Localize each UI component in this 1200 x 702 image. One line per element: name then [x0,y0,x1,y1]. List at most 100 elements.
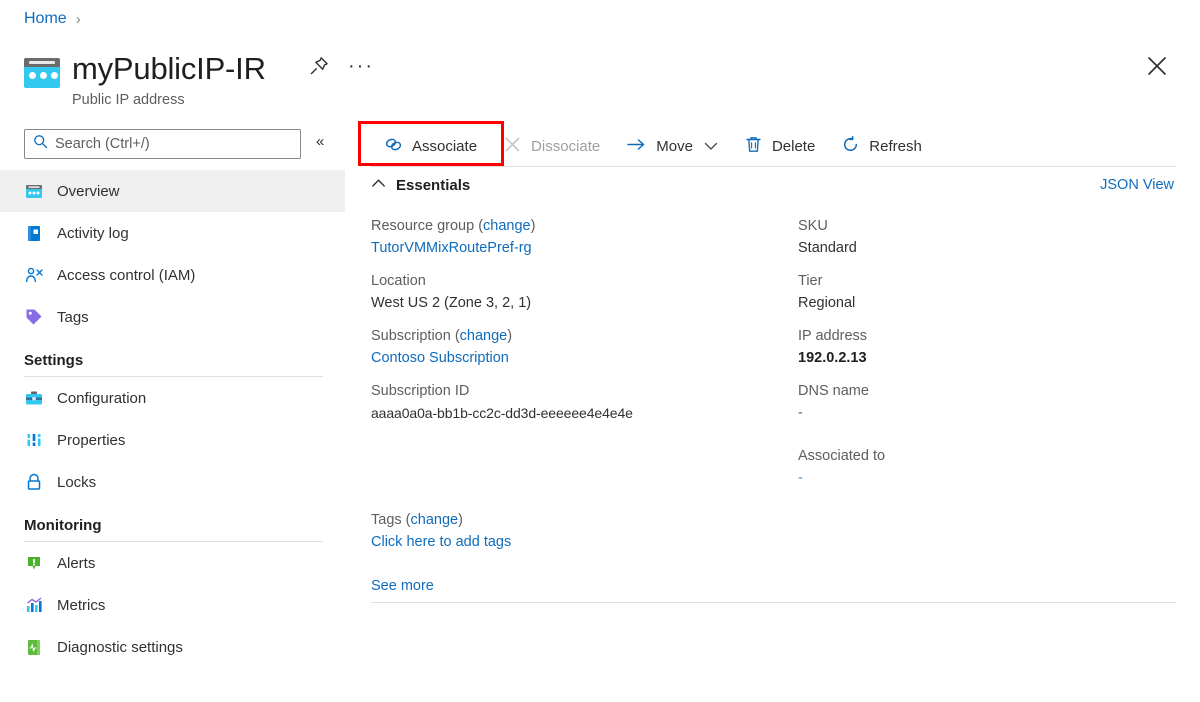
tags-change-link[interactable]: change [411,512,459,528]
see-more-link[interactable]: See more [371,578,434,594]
subscription-change-link[interactable]: change [460,328,508,344]
sidebar-item-diagnostic-settings[interactable]: Diagnostic settings [0,626,345,668]
essentials-field-dns-name: DNS name - [798,381,1178,424]
arrow-right-icon [626,135,647,158]
sidebar-item-activity-log[interactable]: Activity log [0,212,345,254]
collapse-sidebar-button[interactable]: « [316,133,324,150]
field-label-text: SKU [798,218,828,234]
essentials-field-tags: Tags (change) Click here to add tags [371,510,511,553]
refresh-button-label: Refresh [869,137,922,155]
metrics-icon [24,595,44,615]
page-title: myPublicIP-IR [72,51,266,86]
blade-title-block: myPublicIP-IR Public IP address [24,50,266,108]
refresh-button[interactable]: Refresh [828,128,935,164]
associate-button[interactable]: Associate [371,128,490,164]
essentials-field-location: Location West US 2 (Zone 3, 2, 1) [371,271,771,314]
field-label: Subscription (change) [371,328,513,344]
sidebar-group-title: Settings [24,352,84,369]
sidebar-item-properties[interactable]: Properties [0,419,345,461]
tier-value: Regional [798,295,856,311]
more-options-button[interactable]: ··· [348,56,374,76]
refresh-icon [841,135,860,158]
dissociate-button-label: Dissociate [531,137,601,155]
resource-group-value-link[interactable]: TutorVMMixRoutePref-rg [371,237,771,259]
location-value: West US 2 (Zone 3, 2, 1) [371,295,532,311]
sidebar-item-overview[interactable]: Overview [0,170,345,212]
essentials-field-subscription: Subscription (change) Contoso Subscripti… [371,326,771,369]
pin-icon[interactable] [308,55,330,77]
azure-portal-blade: Home › myPublicIP-IR Public IP address ·… [0,0,1200,702]
divider [371,602,1176,603]
essentials-field-tier: Tier Regional [798,271,1178,314]
sidebar-item-tags[interactable]: Tags [0,296,345,338]
field-label-text: DNS name [798,383,869,399]
sidebar-item-label: Diagnostic settings [57,638,183,656]
lock-icon [24,472,44,492]
subscription-value-link[interactable]: Contoso Subscription [371,347,771,369]
field-label-text: Subscription ID [371,383,470,399]
field-label-text: Tags [371,512,402,528]
sidebar-item-label: Overview [57,182,120,200]
dissociate-button: Dissociate [490,128,613,164]
json-view-link[interactable]: JSON View [1100,177,1174,193]
x-icon [503,135,522,158]
field-label-text: Resource group [371,218,475,234]
add-tags-link[interactable]: Click here to add tags [371,531,511,553]
sidebar-item-metrics[interactable]: Metrics [0,584,345,626]
sidebar-item-label: Access control (IAM) [57,266,196,284]
activity-log-icon [24,223,44,243]
overview-icon [24,181,44,201]
ip-address-value: 192.0.2.13 [798,350,867,366]
essentials-toggle[interactable]: Essentials [371,176,470,194]
field-label-text: Tier [798,273,823,289]
sidebar-item-label: Alerts [57,554,96,572]
essentials-field-sku: SKU Standard [798,216,1178,259]
sidebar-item-label: Metrics [57,596,106,614]
sidebar-item-access-control[interactable]: Access control (IAM) [0,254,345,296]
subscription-id-value: aaaa0a0a-bb1b-cc2c-dd3d-eeeeee4e4e4e [371,405,633,421]
breadcrumb-chevron-icon: › [75,10,81,28]
sidebar-item-label: Activity log [57,224,129,242]
delete-button[interactable]: Delete [731,128,828,164]
link-icon [384,135,403,158]
sidebar-group-settings: Settings [0,352,345,377]
search-box[interactable] [24,129,301,159]
sidebar-item-label: Configuration [57,389,147,407]
field-label-text: IP address [798,328,868,344]
sku-value: Standard [798,240,857,256]
field-label-text: Location [371,273,426,289]
delete-button-label: Delete [771,137,816,155]
resource-type-label: Public IP address [72,92,185,108]
essentials-left-column: Resource group (change) TutorVMMixRouteP… [371,216,771,436]
divider [371,166,1176,167]
essentials-field-ip-address: IP address 192.0.2.13 [798,326,1178,369]
field-label: Tags (change) [371,512,463,528]
associate-button-label: Associate [412,137,478,155]
chevron-up-icon [371,176,386,194]
essentials-field-subscription-id: Subscription ID aaaa0a0a-bb1b-cc2c-dd3d-… [371,381,771,424]
move-button-label: Move [656,137,693,155]
public-ip-address-icon [24,58,60,88]
sidebar-item-alerts[interactable]: Alerts [0,542,345,584]
sidebar-group-monitoring: Monitoring [0,517,345,542]
breadcrumb: Home › [24,10,81,28]
essentials-right-column: SKU Standard Tier Regional IP address 19… [798,216,1178,501]
sidebar-item-label: Properties [57,431,126,449]
search-icon [33,134,48,154]
sidebar-item-locks[interactable]: Locks [0,461,345,503]
dns-name-value: - [798,405,803,421]
sidebar-item-configuration[interactable]: Configuration [0,377,345,419]
search-input[interactable] [55,136,292,152]
configuration-icon [24,388,44,408]
move-button[interactable]: Move [613,128,731,164]
essentials-field-associated-to: Associated to - [798,446,1178,489]
field-label: Resource group (change) [371,218,536,234]
associated-to-value-link[interactable]: - [798,467,1178,489]
sidebar-group-title: Monitoring [24,517,102,534]
chevron-down-icon[interactable] [704,138,718,155]
breadcrumb-home-link[interactable]: Home [24,10,67,28]
resource-group-change-link[interactable]: change [483,218,531,234]
alerts-icon [24,553,44,573]
close-icon[interactable] [1144,53,1170,79]
diagnostic-settings-icon [24,637,44,657]
